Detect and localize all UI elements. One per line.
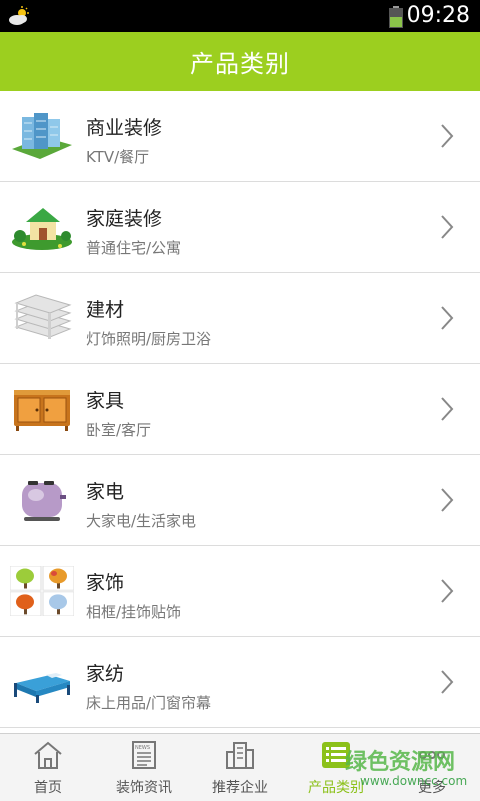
item-subtitle: 相框/挂饰贴饰: [86, 603, 182, 621]
tab-label: 首页: [34, 780, 62, 796]
item-title: 家饰: [86, 572, 125, 594]
item-subtitle: 普通住宅/公寓: [86, 239, 182, 257]
item-subtitle: 卧室/客厅: [86, 421, 152, 439]
chevron-right-icon: [441, 670, 454, 694]
status-bar: 09:28: [0, 0, 480, 32]
svg-text:NEWS: NEWS: [135, 745, 150, 751]
tab-companies[interactable]: 推荐企业: [192, 734, 288, 801]
tab-label: 装饰资讯: [116, 780, 172, 796]
more-icon: [419, 751, 445, 759]
battery-icon: [389, 6, 403, 28]
list-item[interactable]: 家庭装修 普通住宅/公寓: [0, 182, 480, 273]
item-title: 家庭装修: [86, 208, 163, 230]
list-icon: [322, 742, 350, 768]
tab-home[interactable]: 首页: [0, 734, 96, 801]
chevron-right-icon: [441, 215, 454, 239]
cabinet-icon: [10, 384, 74, 434]
chevron-right-icon: [441, 124, 454, 148]
item-subtitle: 大家电/生活家电: [86, 512, 197, 530]
tab-label: 推荐企业: [212, 780, 268, 796]
item-title: 建材: [86, 299, 125, 321]
list-item[interactable]: 家饰 相框/挂饰贴饰: [0, 546, 480, 637]
list-item[interactable]: 建材 灯饰照明/厨房卫浴: [0, 273, 480, 364]
clock: 09:28: [406, 3, 470, 28]
list-item[interactable]: 商业装修 KTV/餐厅: [0, 91, 480, 182]
list-item[interactable]: 家电 大家电/生活家电: [0, 455, 480, 546]
chevron-right-icon: [441, 397, 454, 421]
tab-more[interactable]: 更多: [384, 734, 480, 801]
office-buildings-icon: [10, 111, 74, 161]
news-icon: NEWS: [132, 741, 156, 769]
item-title: 家电: [86, 481, 125, 503]
watermark-url: www.downcc.com: [360, 774, 468, 788]
chevron-right-icon: [441, 306, 454, 330]
item-subtitle: KTV/餐厅: [86, 148, 150, 166]
toaster-icon: [10, 475, 74, 525]
page-title: 产品类别: [190, 50, 290, 78]
item-title: 商业装修: [86, 117, 163, 139]
chevron-right-icon: [441, 579, 454, 603]
item-subtitle: 床上用品/门窗帘幕: [86, 694, 212, 712]
building-materials-icon: [10, 293, 74, 343]
header-bar: 产品类别: [0, 32, 480, 91]
tab-news[interactable]: NEWS 装饰资讯: [96, 734, 192, 801]
list-item[interactable]: 家具 卧室/客厅: [0, 364, 480, 455]
bottom-tab-bar: 首页 NEWS 装饰资讯 推荐企业 产品类别 更多: [0, 733, 480, 801]
bed-icon: [10, 657, 74, 707]
home-icon: [34, 741, 62, 769]
category-list: 商业装修 KTV/餐厅 家庭装修 普通住宅/公寓 建材 灯饰照明/厨房卫浴 家具…: [0, 91, 480, 728]
tab-categories[interactable]: 产品类别: [288, 734, 384, 801]
item-title: 家具: [86, 390, 125, 412]
trees-decor-icon: [10, 566, 74, 616]
partly-cloudy-icon: [9, 6, 29, 25]
item-subtitle: 灯饰照明/厨房卫浴: [86, 330, 212, 348]
list-item[interactable]: 家纺 床上用品/门窗帘幕: [0, 637, 480, 728]
item-title: 家纺: [86, 663, 125, 685]
chevron-right-icon: [441, 488, 454, 512]
house-icon: [10, 202, 74, 252]
buildings-icon: [226, 742, 254, 769]
